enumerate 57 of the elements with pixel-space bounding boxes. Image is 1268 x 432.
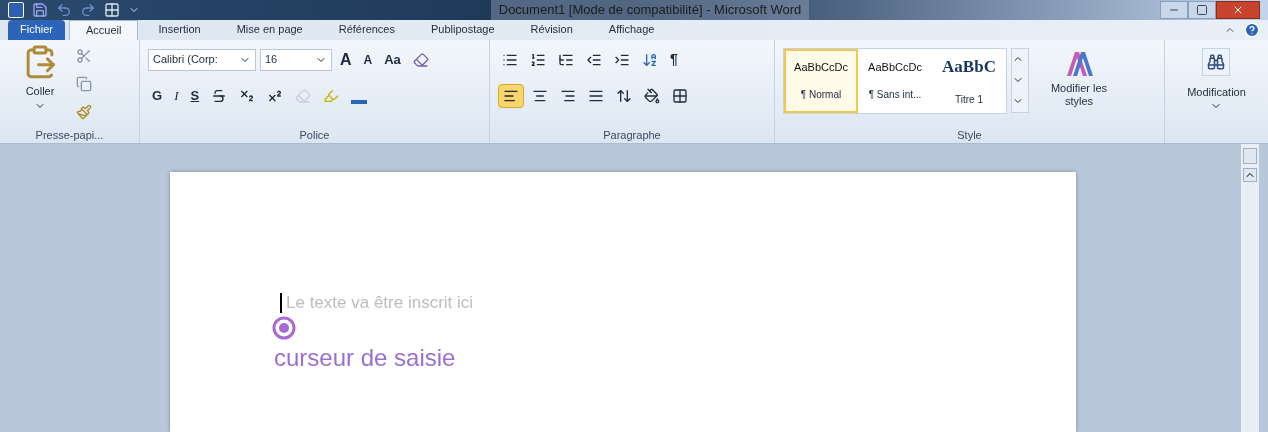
target-icon — [272, 315, 296, 340]
ribbon-tab[interactable]: Mise en page — [220, 19, 319, 40]
clear-format-icon — [412, 51, 429, 68]
placeholder-text: Le texte va être inscrit ici — [286, 292, 474, 314]
ribbon-tab[interactable]: Insertion — [142, 19, 217, 40]
line-spacing-icon — [616, 87, 632, 104]
sort-icon — [642, 51, 658, 68]
style-gallery-item[interactable]: AaBbCcDc ¶ Normal — [784, 48, 858, 113]
redo-icon[interactable] — [80, 1, 96, 18]
style-gallery-item[interactable]: AaBbC Titre 1 — [932, 48, 1006, 113]
strikethrough-icon — [211, 87, 228, 104]
ribbon-tab[interactable]: Affichage — [592, 19, 671, 40]
highlight-icon — [323, 87, 340, 104]
shrink-font-button[interactable]: A — [359, 47, 377, 72]
text-effects-icon — [295, 87, 312, 104]
style-gallery-item[interactable]: AaBbCcDc ¶ Sans int... — [858, 48, 932, 113]
bold-button[interactable]: G — [148, 83, 167, 108]
annotation-text: curseur de saisie — [274, 342, 457, 373]
italic-button[interactable]: I — [170, 83, 183, 108]
cut-icon — [76, 47, 92, 64]
maximize-icon — [1196, 3, 1208, 16]
group-label: Style — [957, 127, 982, 143]
grow-font-button[interactable]: A — [336, 47, 356, 72]
group-label: Presse-papi... — [35, 127, 104, 143]
copy-icon — [76, 75, 92, 92]
help-icon[interactable] — [1244, 21, 1260, 38]
underline-button[interactable]: S — [186, 83, 204, 108]
binoculars-icon — [1202, 47, 1231, 76]
undo-icon[interactable] — [56, 1, 72, 18]
ribbon-tab[interactable]: Accueil — [69, 19, 139, 40]
toolbar-icon[interactable] — [104, 1, 120, 18]
save-icon[interactable] — [32, 1, 48, 18]
close-button[interactable] — [1216, 0, 1260, 19]
group-label: Police — [299, 127, 330, 143]
change-styles-button[interactable]: Modifier les styles — [1041, 47, 1117, 109]
align-button[interactable] — [498, 83, 524, 108]
more-button[interactable] — [1012, 90, 1028, 112]
font-name-field[interactable]: Calibri (Corp: — [148, 48, 256, 71]
shading-icon — [644, 87, 660, 104]
scroll-up-icon[interactable] — [1243, 168, 1257, 182]
ribbon-tab[interactable]: Références — [322, 19, 411, 40]
numbering-icon — [530, 51, 546, 68]
maximize-button[interactable] — [1188, 0, 1216, 19]
text-cursor — [280, 292, 282, 313]
ribbon-tab[interactable]: Publipostage — [415, 19, 511, 40]
font-size-field[interactable]: 16 — [260, 48, 332, 71]
ribbon-tab[interactable]: Fichier — [8, 19, 65, 40]
ribbon-tab[interactable]: Révision — [514, 19, 589, 40]
editing-button[interactable]: Modification — [1187, 47, 1246, 112]
format-painter-icon — [76, 103, 92, 120]
group-label: Paragraphe — [603, 127, 661, 143]
window-title: Document1 [Mode de compatibilité] - Microsoft Word — [490, 0, 810, 20]
vertical-scrollbar[interactable] — [1240, 144, 1260, 432]
show-marks-button[interactable]: ¶ — [666, 47, 682, 72]
change-case-button[interactable]: Aa — [380, 47, 405, 72]
paste-button[interactable]: Coller — [16, 43, 64, 112]
borders-icon — [672, 87, 688, 104]
